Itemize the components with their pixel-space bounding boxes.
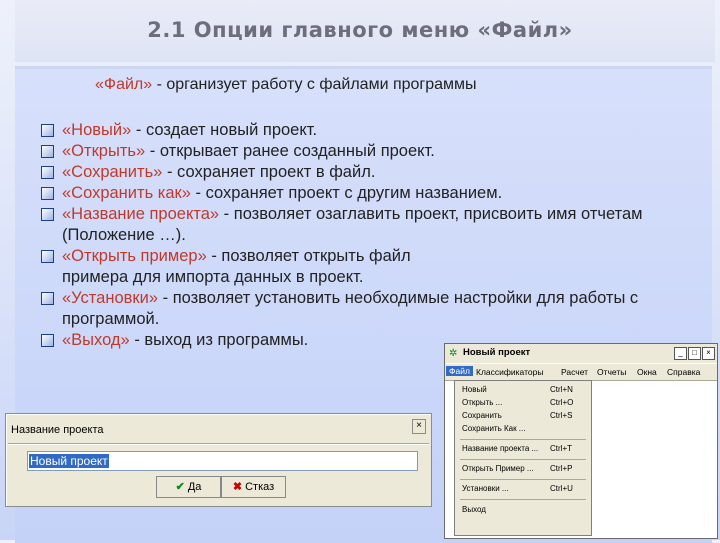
intro-line: «Файл» - организует работу с файлами про… xyxy=(95,76,477,94)
checkbox-bullet-icon xyxy=(41,292,54,305)
menu-shortcut: Ctrl+S xyxy=(550,411,573,420)
menu-calc[interactable]: Расчет xyxy=(561,367,588,377)
ok-label: Да xyxy=(187,481,202,493)
menu-item-open[interactable]: Открыть ... xyxy=(462,398,502,407)
menu-shortcut: Ctrl+O xyxy=(550,398,574,407)
option-name: «Открыть пример» xyxy=(62,247,207,265)
menu-help[interactable]: Справка xyxy=(667,367,700,377)
intro-keyword: «Файл» xyxy=(95,76,153,93)
close-icon[interactable]: × xyxy=(412,419,426,434)
maximize-icon[interactable]: □ xyxy=(688,347,701,360)
menu-divider xyxy=(460,439,586,440)
dialog-title: Название проекта xyxy=(11,424,104,436)
app-window: ✲ Новый проект _ □ × Файл Классификаторы… xyxy=(444,343,718,539)
menu-windows[interactable]: Окна xyxy=(637,367,657,377)
menu-divider xyxy=(460,499,586,500)
input-value: Новый проект xyxy=(29,454,109,468)
cancel-button[interactable]: ✖ Стказ xyxy=(221,476,286,498)
list-item: «Сохранить» - сохраняет проект в файл. xyxy=(38,162,713,183)
option-name: «Сохранить как» xyxy=(62,184,191,202)
menu-reports[interactable]: Отчеты xyxy=(597,367,626,377)
options-list: «Новый» - создает новый проект. «Открыть… xyxy=(38,120,713,351)
checkbox-bullet-icon xyxy=(41,250,54,263)
menu-item-open-example[interactable]: Открыть Пример ... xyxy=(462,464,534,473)
menu-classifiers[interactable]: Классификаторы xyxy=(476,367,543,377)
menu-item-project-name[interactable]: Название проекта ... xyxy=(462,444,538,453)
project-name-dialog: Название проекта × Новый проект ✔ Да ✖ С… xyxy=(5,413,432,507)
checkbox-bullet-icon xyxy=(41,208,54,221)
ok-button[interactable]: ✔ Да xyxy=(156,476,221,498)
project-name-input[interactable]: Новый проект xyxy=(27,451,418,471)
list-item: «Новый» - создает новый проект. xyxy=(38,120,713,141)
cancel-label: Стказ xyxy=(245,481,275,493)
menu-item-new[interactable]: Новый xyxy=(462,385,487,394)
divider xyxy=(8,443,429,445)
option-desc: - открывает ранее созданный проект. xyxy=(145,142,435,160)
menu-shortcut: Ctrl+N xyxy=(550,385,573,394)
app-icon: ✲ xyxy=(449,348,458,359)
menu-item-save[interactable]: Сохранить xyxy=(462,411,502,420)
app-titlebar: ✲ Новый проект _ □ × xyxy=(445,344,717,363)
option-name: «Выход» xyxy=(62,331,130,349)
minimize-icon[interactable]: _ xyxy=(674,347,687,360)
option-name: «Новый» xyxy=(62,121,132,139)
option-desc: - сохраняет проект с другим названием. xyxy=(190,184,503,202)
menu-divider xyxy=(460,479,586,480)
menu-item-settings[interactable]: Установки ... xyxy=(462,484,509,493)
menu-bar: Файл Классификаторы Расчет Отчеты Окна С… xyxy=(445,364,717,381)
option-desc: - сохраняет проект в файл. xyxy=(162,163,376,181)
option-desc: - создает новый проект. xyxy=(131,121,318,139)
menu-item-save-as[interactable]: Сохранить Как ... xyxy=(462,424,525,433)
file-menu-dropdown: Новый Ctrl+N Открыть ... Ctrl+O Сохранит… xyxy=(454,380,592,536)
option-name: «Открыть» xyxy=(62,142,146,160)
option-name: «Сохранить» xyxy=(62,163,163,181)
app-title: Новый проект xyxy=(463,347,531,358)
option-desc: - выход из программы. xyxy=(129,331,309,349)
menu-divider xyxy=(460,459,586,460)
cross-icon: ✖ xyxy=(232,481,243,493)
option-name: «Название проекта» xyxy=(62,205,220,223)
checkbox-bullet-icon xyxy=(41,187,54,200)
close-icon[interactable]: × xyxy=(702,347,715,360)
checkbox-bullet-icon xyxy=(41,145,54,158)
slide-title: 2.1 Опции главного меню «Файл» xyxy=(147,18,573,42)
list-item: «Открыть пример» - позволяет открыть фай… xyxy=(38,246,462,288)
checkbox-bullet-icon xyxy=(41,334,54,347)
menu-item-exit[interactable]: Выход xyxy=(462,505,486,514)
intro-text: - организует работу с файлами программы xyxy=(152,76,477,93)
menu-shortcut: Ctrl+P xyxy=(550,464,573,473)
list-item: «Название проекта» - позволяет озаглавит… xyxy=(38,204,713,246)
menu-shortcut: Ctrl+U xyxy=(550,484,573,493)
checkbox-bullet-icon xyxy=(41,124,54,137)
list-item: «Сохранить как» - сохраняет проект с дру… xyxy=(38,183,713,204)
list-item: «Открыть» - открывает ранее созданный пр… xyxy=(38,141,713,162)
menu-shortcut: Ctrl+T xyxy=(550,444,572,453)
list-item: «Установки» - позволяет установить необх… xyxy=(38,288,713,330)
menu-file[interactable]: Файл xyxy=(446,366,473,376)
checkbox-bullet-icon xyxy=(41,166,54,179)
check-icon: ✔ xyxy=(175,481,185,493)
option-name: «Установки» xyxy=(62,289,159,307)
